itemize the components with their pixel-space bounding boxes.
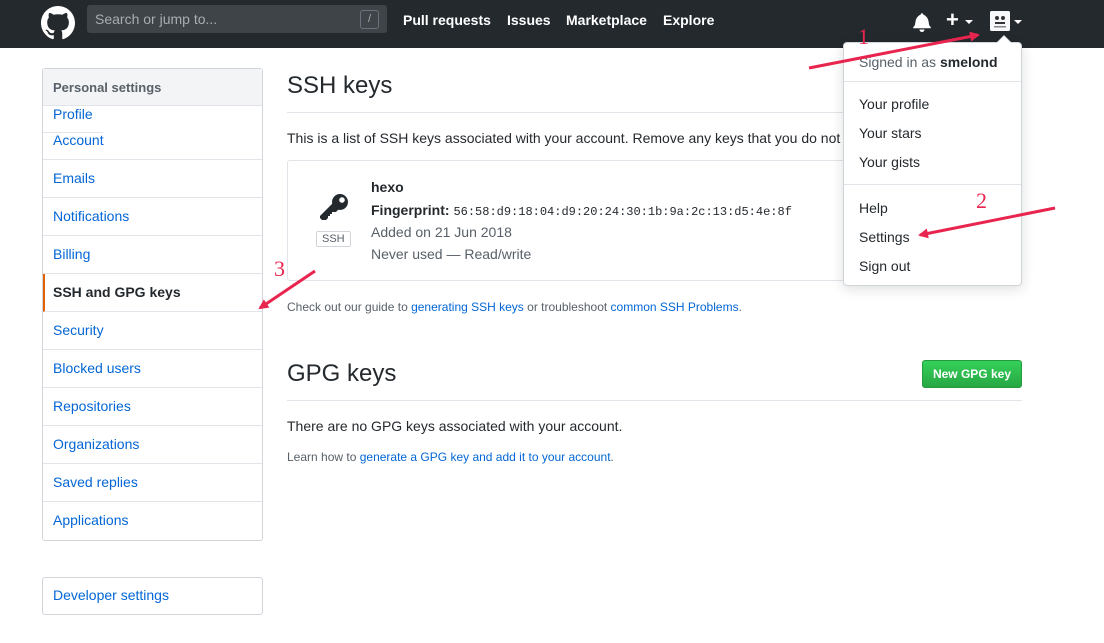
sidebar-item-applications[interactable]: Applications	[43, 502, 262, 540]
signed-in-as: Signed in as smelond	[859, 54, 998, 70]
sidebar-item-account[interactable]: Account	[43, 122, 262, 160]
search-shortcut-hint: /	[360, 10, 379, 29]
common-ssh-problems-link[interactable]: common SSH Problems	[611, 300, 739, 314]
sidebar-item-organizations[interactable]: Organizations	[43, 426, 262, 464]
create-new-plus-icon[interactable]: +	[946, 9, 959, 31]
user-menu-caret-icon[interactable]	[1014, 20, 1022, 24]
ssh-help-text: Check out our guide to generating SSH ke…	[287, 300, 742, 314]
ssh-key-item: SSH hexo Fingerprint: 56:58:d9:18:04:d9:…	[287, 160, 847, 281]
fingerprint-label: Fingerprint:	[371, 202, 450, 218]
developer-settings-menu: Developer settings	[42, 577, 263, 615]
dropdown-sign-out[interactable]: Sign out	[859, 258, 910, 274]
sidebar-item-repositories[interactable]: Repositories	[43, 388, 262, 426]
ssh-key-title: hexo	[371, 179, 404, 195]
sidebar-item-saved-replies[interactable]: Saved replies	[43, 464, 262, 502]
github-logo-icon[interactable]	[41, 6, 75, 40]
settings-sidebar: Personal settings Profile Account Emails…	[42, 68, 263, 541]
gpg-help-suffix: .	[610, 450, 614, 464]
nav-explore[interactable]: Explore	[663, 12, 714, 28]
fingerprint-value: 56:58:d9:18:04:d9:20:24:30:1b:9a:2c:13:d…	[453, 205, 792, 219]
sidebar-item-blocked-users[interactable]: Blocked users	[43, 350, 262, 388]
dropdown-divider	[844, 81, 1021, 82]
dropdown-divider	[844, 184, 1021, 185]
ssh-help-prefix: Check out our guide to	[287, 300, 412, 314]
search-box[interactable]: /	[87, 5, 387, 33]
annotation-label-1: 1	[858, 24, 869, 49]
annotation-label-3: 3	[274, 256, 285, 281]
nav-issues[interactable]: Issues	[507, 12, 551, 28]
gpg-keys-subhead: GPG keys	[287, 360, 1022, 401]
ssh-help-suffix: .	[738, 300, 742, 314]
ssh-type-badge: SSH	[316, 231, 351, 247]
user-dropdown-menu: Signed in as smelond Your profile Your s…	[843, 35, 1022, 286]
create-new-caret-icon[interactable]	[965, 20, 973, 24]
key-icon	[320, 194, 348, 220]
dropdown-your-profile[interactable]: Your profile	[859, 96, 929, 112]
sidebar-item-billing[interactable]: Billing	[43, 236, 262, 274]
gpg-help-prefix: Learn how to	[287, 450, 360, 464]
new-gpg-key-button[interactable]: New GPG key	[922, 360, 1022, 388]
nav-marketplace[interactable]: Marketplace	[566, 12, 647, 28]
gpg-keys-title: GPG keys	[287, 360, 397, 387]
generating-ssh-keys-link[interactable]: generating SSH keys	[411, 300, 524, 314]
ssh-key-usage: Never used — Read/write	[371, 246, 532, 262]
search-input[interactable]	[87, 5, 387, 33]
dropdown-your-gists[interactable]: Your gists	[859, 154, 920, 170]
annotation-label-2: 2	[976, 188, 987, 213]
dropdown-your-stars[interactable]: Your stars	[859, 125, 922, 141]
sidebar-item-notifications[interactable]: Notifications	[43, 198, 262, 236]
gpg-help-text: Learn how to generate a GPG key and add …	[287, 450, 614, 464]
signed-in-username: smelond	[939, 54, 998, 70]
sidebar-item-ssh-gpg-keys[interactable]: SSH and GPG keys	[43, 274, 262, 312]
ssh-key-added-date: Added on 21 Jun 2018	[371, 224, 512, 240]
sidebar-item-emails[interactable]: Emails	[43, 160, 262, 198]
sidebar-item-security[interactable]: Security	[43, 312, 262, 350]
sidebar-item-developer-settings[interactable]: Developer settings	[43, 578, 262, 614]
nav-pull-requests[interactable]: Pull requests	[403, 12, 491, 28]
notifications-bell-icon[interactable]	[912, 12, 932, 32]
ssh-help-middle: or troubleshoot	[523, 300, 611, 314]
signed-in-prefix: Signed in as	[859, 54, 940, 70]
dropdown-help[interactable]: Help	[859, 200, 888, 216]
dropdown-settings[interactable]: Settings	[859, 229, 910, 245]
ssh-key-fingerprint: Fingerprint: 56:58:d9:18:04:d9:20:24:30:…	[371, 202, 792, 219]
top-header: / Pull requests Issues Marketplace Explo…	[0, 0, 1104, 48]
generate-gpg-key-link[interactable]: generate a GPG key and add it to your ac…	[360, 450, 611, 464]
ssh-keys-description: This is a list of SSH keys associated wi…	[287, 130, 841, 146]
gpg-empty-message: There are no GPG keys associated with yo…	[287, 418, 623, 434]
